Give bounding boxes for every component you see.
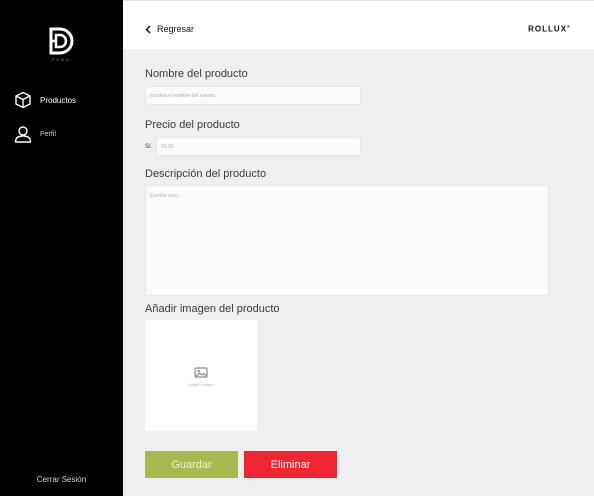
product-description-textarea[interactable]: Escribe aqui...	[145, 185, 549, 296]
product-name-input[interactable]: Escriba el nombre del evento...	[145, 86, 361, 105]
sidebar-item-label: Productos	[40, 95, 77, 105]
top-bar: Regresar ROLLUX®	[123, 0, 594, 49]
sidebar-item-perfil[interactable]: Perfil	[14, 125, 56, 143]
brand-logo-icon	[49, 27, 74, 55]
brand-name: ROLLUX®	[528, 24, 571, 34]
back-button[interactable]: Regresar	[145, 24, 194, 34]
image-upload-box[interactable]: Añadir imagen	[145, 320, 257, 431]
product-form: Nombre del producto Escriba el nombre de…	[123, 49, 594, 496]
product-price-label: Precio del producto	[145, 119, 240, 131]
save-button[interactable]: Guardar	[145, 451, 238, 478]
image-upload-text: Añadir imagen	[188, 382, 214, 387]
logout-link[interactable]: Cerrar Sesión	[0, 475, 123, 484]
chevron-left-icon	[145, 24, 151, 34]
image-icon	[194, 367, 208, 378]
brand-registered-mark: ®	[567, 24, 571, 29]
product-name-label: Nombre del producto	[145, 68, 248, 80]
product-description-label: Descripción del producto	[145, 168, 267, 180]
sidebar-item-label: Perfil	[40, 130, 56, 138]
user-icon	[14, 126, 32, 143]
back-label: Regresar	[157, 24, 195, 34]
sidebar-item-productos[interactable]: Productos	[14, 91, 76, 109]
delete-button[interactable]: Eliminar	[244, 451, 337, 478]
box-icon	[15, 91, 31, 109]
product-price-input[interactable]: 00.00	[156, 137, 361, 156]
currency-symbol: S/.	[145, 144, 153, 150]
brand-logo-subtext: PERO	[51, 57, 72, 62]
product-image-label: Añadir imagen del producto	[145, 303, 280, 315]
sidebar: PERO Productos Perfil Cerrar Sesión	[0, 0, 123, 496]
brand-name-text: ROLLUX	[528, 24, 568, 34]
